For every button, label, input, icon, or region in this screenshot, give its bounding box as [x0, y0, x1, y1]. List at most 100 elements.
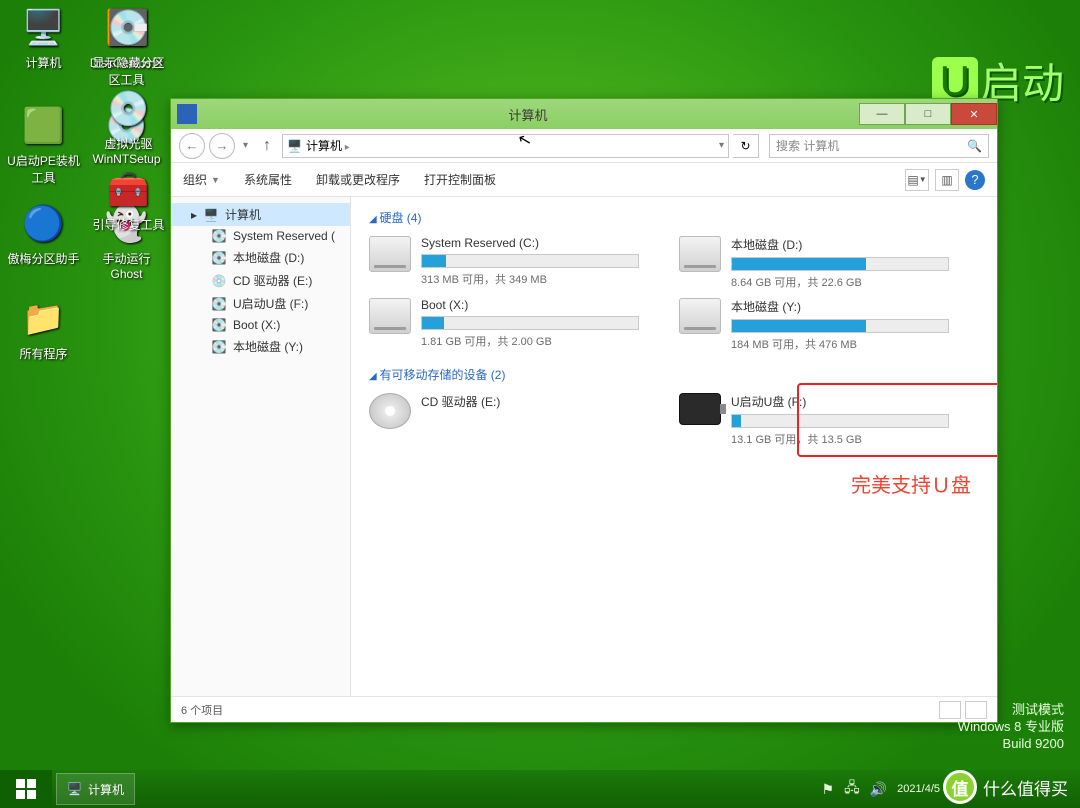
- search-input[interactable]: 搜索 计算机 🔍: [769, 134, 989, 158]
- drive-icon: 💽: [211, 340, 227, 354]
- desktop-icon-computer[interactable]: 🖥️计算机: [6, 6, 81, 71]
- minimize-button[interactable]: —: [859, 103, 905, 125]
- desktop-icon-label: 引导修复工具: [91, 216, 166, 233]
- drive-stat: 184 MB 可用，共 476 MB: [731, 336, 949, 352]
- watermark: 测试模式 Windows 8 专业版 Build 9200: [958, 701, 1064, 752]
- drive-name: Boot (X:): [421, 298, 639, 312]
- desktop-icon-vcd[interactable]: 💿虚拟光驱: [91, 87, 166, 152]
- tree-node-label: CD 驱动器 (E:): [233, 272, 312, 289]
- nav-history-drop[interactable]: ▾: [239, 140, 252, 151]
- desktop-icon-label: 傲梅分区助手: [6, 250, 81, 267]
- uboot-pe-icon: 🟩: [20, 104, 68, 148]
- capacity-bar: [731, 257, 949, 271]
- item-count: 6 个项目: [181, 702, 223, 718]
- drive-item[interactable]: 本地磁盘 (Y:)184 MB 可用，共 476 MB: [679, 298, 949, 352]
- tray-volume-icon[interactable]: 🔊: [870, 781, 887, 798]
- drive-item[interactable]: System Reserved (C:) 313 MB 可用，共 349 MB: [369, 236, 639, 290]
- hdd-icon: [679, 236, 721, 272]
- drive-stat: 13.1 GB 可用，共 13.5 GB: [731, 431, 949, 447]
- taskbar: 🖥️计算机 ⚑ 🖧 🔊 2021/4/5: [0, 770, 1080, 808]
- tree-node-label: 本地磁盘 (Y:): [233, 338, 303, 355]
- refresh-button[interactable]: ↻: [733, 134, 759, 158]
- tree-node-label: 本地磁盘 (D:): [233, 249, 304, 266]
- tree-node-label: Boot (X:): [233, 318, 280, 332]
- drive-name: CD 驱动器 (E:): [421, 393, 639, 410]
- organize-menu[interactable]: 组织▼: [183, 171, 220, 188]
- smzdm-badge: 值 什么值得买: [943, 770, 1068, 804]
- section-hdd[interactable]: 硬盘 (4): [369, 209, 979, 226]
- desktop-icon-label: 显示隐藏分区: [91, 54, 166, 71]
- forward-button[interactable]: →: [209, 133, 235, 159]
- cd-icon: [369, 393, 411, 429]
- capacity-bar: [731, 319, 949, 333]
- annotation-text: 完美支持Ｕ盘: [851, 469, 971, 498]
- desktop-icon-boot-repair[interactable]: 🧰 引导修复工具: [91, 168, 166, 233]
- drive-stat: 313 MB 可用，共 349 MB: [421, 271, 639, 287]
- up-button[interactable]: ↑: [256, 135, 278, 157]
- aomei-icon: 🔵: [20, 202, 68, 246]
- drive-stat: 1.81 GB 可用，共 2.00 GB: [421, 333, 639, 349]
- allprog-icon: 📁: [20, 297, 68, 341]
- desktop-icon-allprog[interactable]: 📁 所有程序: [6, 297, 81, 362]
- tray-flag-icon[interactable]: ⚑: [822, 781, 835, 798]
- tree-node[interactable]: 💽System Reserved (: [171, 226, 350, 246]
- hdd-icon: [369, 236, 411, 272]
- boot-repair-icon: 🧰: [105, 168, 153, 212]
- drive-name: System Reserved (C:): [421, 236, 639, 250]
- search-placeholder: 搜索 计算机: [776, 137, 839, 154]
- tree-node[interactable]: 💽 Boot (X:): [171, 315, 350, 335]
- drive-item[interactable]: 本地磁盘 (D:)8.64 GB 可用，共 22.6 GB: [679, 236, 949, 290]
- taskbar-task[interactable]: 🖥️计算机: [56, 773, 135, 805]
- maximize-button[interactable]: □: [905, 103, 951, 125]
- tree-node[interactable]: 💽 本地磁盘 (Y:): [171, 335, 350, 358]
- computer-icon: 🖥️: [67, 782, 82, 796]
- tray-date: 2021/4/5: [897, 783, 940, 795]
- search-icon: 🔍: [967, 139, 982, 153]
- drive-icon: 💽: [211, 318, 227, 332]
- tree-root[interactable]: ▸ 🖥️计算机: [171, 203, 350, 226]
- start-button[interactable]: [0, 770, 52, 808]
- drive-item[interactable]: Boot (X:) 1.81 GB 可用，共 2.00 GB: [369, 298, 639, 352]
- address-input[interactable]: 🖥️ 计算机 ▾: [282, 134, 729, 158]
- computer-icon: 🖥️: [287, 139, 302, 153]
- status-bar: 6 个项目: [171, 696, 997, 722]
- system-tray[interactable]: ⚑ 🖧 🔊 2021/4/5: [822, 770, 940, 808]
- address-bar: ← → ▾ ↑ 🖥️ 计算机 ▾ ↻ 搜索 计算机 🔍: [171, 129, 997, 163]
- system-properties-button[interactable]: 系统属性: [244, 171, 292, 188]
- window-title: 计算机: [197, 105, 859, 124]
- address-drop-icon[interactable]: ▾: [719, 140, 724, 151]
- drive-icon: 💽: [211, 251, 227, 265]
- capacity-bar: [421, 254, 639, 268]
- drive-item[interactable]: CD 驱动器 (E:): [369, 393, 639, 447]
- section-removable[interactable]: 有可移动存储的设备 (2): [369, 366, 979, 383]
- open-control-panel-button[interactable]: 打开控制面板: [424, 171, 496, 188]
- hdd-icon: [369, 298, 411, 334]
- desktop-icon-label: 虚拟光驱: [91, 135, 166, 152]
- toolbar: 组织▼ 系统属性 卸载或更改程序 打开控制面板 ▤▼ ▥ ?: [171, 163, 997, 197]
- drive-icon: 💿: [211, 274, 227, 288]
- view-options-button[interactable]: ▤▼: [905, 169, 929, 191]
- breadcrumb[interactable]: 计算机: [306, 137, 350, 154]
- close-button[interactable]: ✕: [951, 103, 997, 125]
- content-pane: 硬盘 (4) System Reserved (C:) 313 MB 可用，共 3…: [351, 197, 997, 696]
- preview-pane-button[interactable]: ▥: [935, 169, 959, 191]
- desktop-icon-label: 计算机: [6, 54, 81, 71]
- drive-icon: 💽: [211, 297, 227, 311]
- drive-name: 本地磁盘 (D:): [731, 236, 949, 253]
- titlebar[interactable]: 计算机 — □ ✕: [171, 99, 997, 129]
- desktop-icon-aomei[interactable]: 🔵 傲梅分区助手: [6, 202, 81, 267]
- help-button[interactable]: ?: [965, 170, 985, 190]
- tree-node[interactable]: 💽 本地磁盘 (D:): [171, 246, 350, 269]
- desktop-icon-label: 所有程序: [6, 345, 81, 362]
- desktop-icon-show-hidden[interactable]: 💽 显示隐藏分区: [91, 6, 166, 71]
- back-button[interactable]: ←: [179, 133, 205, 159]
- drive-item[interactable]: U启动U盘 (F:)13.1 GB 可用，共 13.5 GB: [679, 393, 949, 447]
- tree-node[interactable]: 💽U启动U盘 (F:): [171, 292, 350, 315]
- desktop-icon-uboot-pe[interactable]: 🟩U启动PE装机工具: [6, 104, 81, 186]
- usb-icon: [679, 393, 721, 425]
- tray-network-icon[interactable]: 🖧: [844, 777, 860, 801]
- tree-node[interactable]: 💿 CD 驱动器 (E:): [171, 269, 350, 292]
- show-hidden-icon: 💽: [105, 6, 153, 50]
- uninstall-programs-button[interactable]: 卸载或更改程序: [316, 171, 400, 188]
- drive-icon: 💽: [211, 229, 227, 243]
